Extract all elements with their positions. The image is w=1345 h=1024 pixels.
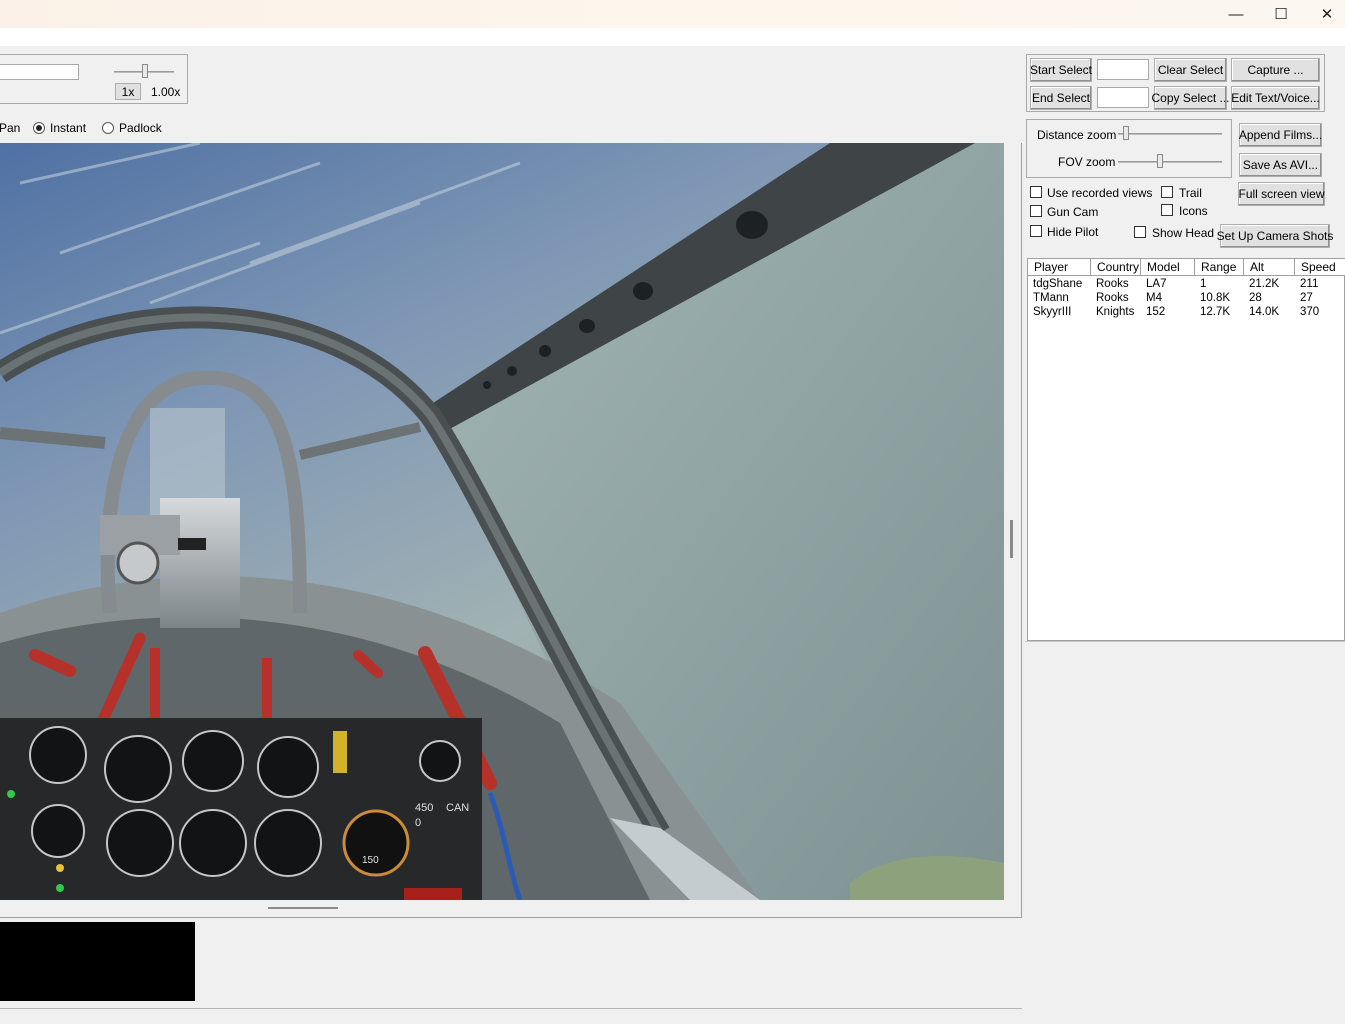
view-mode-padlock-radio[interactable] [102,122,114,134]
table-row[interactable]: TMann Rooks M4 10.8K 28 27 [1028,291,1345,305]
cell-speed: 211 [1300,278,1319,290]
horizontal-splitter-handle[interactable] [268,907,338,909]
append-films-button[interactable]: Append Films... [1239,123,1322,147]
preview-panel [0,922,195,1001]
minimize-icon: — [1228,5,1244,23]
column-header-player[interactable]: Player [1028,259,1091,276]
cell-model: 152 [1146,306,1166,318]
title-bar [0,0,1345,28]
show-head-checkbox[interactable] [1134,226,1146,238]
hide-pilot-label[interactable]: Hide Pilot [1047,225,1098,239]
full-screen-view-button[interactable]: Full screen view [1238,182,1325,206]
fov-zoom-thumb[interactable] [1157,154,1164,168]
weapon-label: CAN [446,802,469,814]
hide-pilot-checkbox[interactable] [1030,225,1042,237]
speed-value: 1.00x [151,85,181,99]
cell-speed: 370 [1300,306,1320,318]
cell-range: 10.8K [1200,292,1231,304]
ammo-count-a: 450 [415,802,433,814]
trail-label[interactable]: Trail [1179,186,1202,200]
gun-cam-label[interactable]: Gun Cam [1047,205,1098,219]
distance-zoom-track [1118,133,1222,135]
end-select-button[interactable]: End Select [1030,86,1092,110]
close-icon: ✕ [1320,6,1334,23]
clear-select-button[interactable]: Clear Select [1154,58,1227,82]
column-header-model[interactable]: Model [1141,259,1195,276]
close-button[interactable]: ✕ [1304,0,1345,28]
fov-zoom-label: FOV zoom [1058,155,1116,169]
cell-model: LA7 [1146,278,1167,290]
capture-button[interactable]: Capture ... [1231,58,1320,82]
distance-zoom-label: Distance zoom [1037,128,1117,142]
edit-text-voice-button[interactable]: Edit Text/Voice... [1231,86,1320,110]
distance-zoom-thumb[interactable] [1122,126,1129,140]
cell-country: Knights [1096,306,1135,318]
view-mode-instant-radio[interactable] [33,122,45,134]
view-mode-padlock-label[interactable]: Padlock [119,121,162,135]
cell-model: M4 [1146,292,1162,304]
view-mode-instant-label[interactable]: Instant [50,121,86,135]
table-bottom-divider [1025,641,1345,642]
use-recorded-views-checkbox[interactable] [1030,186,1042,198]
set-up-camera-shots-button[interactable]: Set Up Camera Shots [1217,224,1333,248]
start-select-input[interactable] [1097,59,1149,80]
use-recorded-views-label[interactable]: Use recorded views [1047,186,1152,200]
show-head-label[interactable]: Show Head [1152,226,1214,240]
column-header-range[interactable]: Range [1195,259,1244,276]
table-row[interactable]: tdgShane Rooks LA7 1 21.2K 211 [1028,277,1345,291]
column-header-speed[interactable]: Speed [1295,259,1345,276]
trail-checkbox[interactable] [1161,186,1173,198]
cell-alt: 28 [1249,292,1262,304]
column-header-alt[interactable]: Alt [1244,259,1295,276]
cell-range: 12.7K [1200,306,1231,318]
column-header-country[interactable]: Country [1091,259,1141,276]
copy-select-button[interactable]: Copy Select ... [1151,86,1230,110]
cell-country: Rooks [1096,278,1129,290]
cell-player: SkyyrIII [1033,306,1072,318]
vertical-splitter-handle[interactable] [1010,520,1013,558]
cell-speed: 27 [1300,292,1313,304]
bottom-divider [0,1008,1022,1009]
cell-country: Rooks [1096,292,1129,304]
maximize-icon: ☐ [1274,6,1288,23]
gun-cam-checkbox[interactable] [1030,205,1042,217]
minimize-button[interactable]: — [1213,0,1259,28]
cell-player: tdgShane [1033,278,1083,290]
gauge-readout: 150 [362,855,379,866]
end-select-input[interactable] [1097,87,1149,108]
icons-label[interactable]: Icons [1179,204,1208,218]
speed-1x-button[interactable]: 1x [115,83,141,100]
ammo-count-b: 0 [415,817,421,829]
player-table[interactable]: Player Country Model Range Alt Speed tdg… [1027,258,1345,641]
table-row[interactable]: SkyyrIII Knights 152 12.7K 14.0K 370 [1028,305,1345,319]
menu-strip [0,28,1345,46]
cockpit-3d-view[interactable]: 450 CAN 0 150 [0,143,1004,900]
maximize-button[interactable]: ☐ [1258,0,1304,28]
fov-zoom-track [1118,161,1222,163]
cell-player: TMann [1033,292,1069,304]
cell-alt: 14.0K [1249,306,1280,318]
speed-slider-thumb[interactable] [142,64,148,78]
player-table-header: Player Country Model Range Alt Speed [1028,259,1345,276]
start-select-button[interactable]: Start Select [1030,58,1092,82]
cell-alt: 21.2K [1249,278,1280,290]
save-as-avi-button[interactable]: Save As AVI... [1239,153,1322,177]
view-mode-pan-label[interactable]: Pan [0,121,20,135]
icons-checkbox[interactable] [1161,204,1173,216]
time-field[interactable] [0,64,79,80]
cell-range: 1 [1200,278,1207,290]
